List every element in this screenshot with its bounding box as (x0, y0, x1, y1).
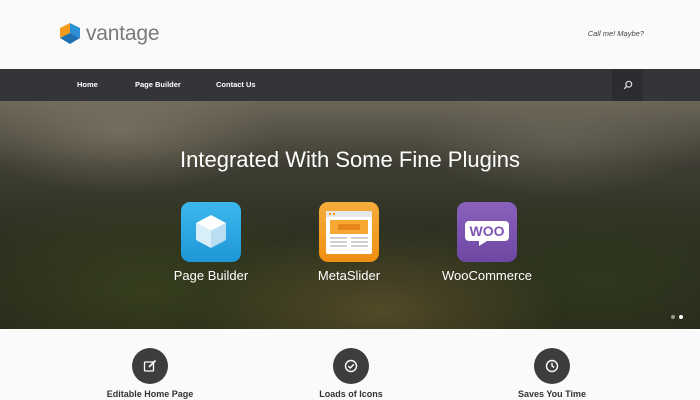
feature-loads-of-icons: Loads of Icons (281, 348, 421, 399)
clock-icon (534, 348, 570, 384)
hero-slider: Integrated With Some Fine Plugins Page B… (0, 101, 700, 329)
main-nav: Home Page Builder Contact Us (0, 69, 700, 101)
hero-title: Integrated With Some Fine Plugins (180, 147, 520, 172)
nav-item-contact-us[interactable]: Contact Us (216, 69, 256, 101)
feature-editable-home-page: Editable Home Page (80, 348, 220, 399)
plugin-label: Page Builder (173, 268, 249, 283)
plugin-label: MetaSlider (317, 268, 381, 283)
site-logo[interactable]: vantage (58, 22, 160, 46)
vantage-logo-icon (60, 23, 80, 44)
slider-dot[interactable] (671, 315, 675, 319)
plugin-woocommerce[interactable]: WOO WooCommerce (427, 202, 547, 283)
cube-icon (181, 202, 241, 262)
features-section: Editable Home Page Loads of Icons Saves … (0, 329, 700, 400)
site-header: vantage Call me! Maybe? (0, 0, 700, 69)
edit-icon (132, 348, 168, 384)
feature-title: Saves You Time (517, 389, 587, 399)
plugin-metaslider[interactable]: MetaSlider (289, 202, 409, 283)
feature-title: Editable Home Page (106, 389, 194, 399)
site-tagline: Call me! Maybe? (587, 29, 644, 38)
search-icon (623, 80, 632, 90)
woo-icon: WOO (457, 202, 517, 262)
check-icon (333, 348, 369, 384)
nav-search-button[interactable] (612, 69, 643, 101)
feature-saves-you-time: Saves You Time (482, 348, 622, 399)
feature-title: Loads of Icons (319, 389, 383, 399)
slider-icon (319, 202, 379, 262)
slider-dot-active[interactable] (679, 315, 683, 319)
svg-text:WOO: WOO (470, 223, 505, 239)
nav-item-page-builder[interactable]: Page Builder (135, 69, 181, 101)
logo-text: vantage (86, 22, 160, 45)
nav-item-home[interactable]: Home (77, 69, 98, 101)
plugin-label: WooCommerce (441, 268, 533, 283)
slider-dots (671, 315, 683, 319)
plugin-page-builder[interactable]: Page Builder (151, 202, 271, 283)
